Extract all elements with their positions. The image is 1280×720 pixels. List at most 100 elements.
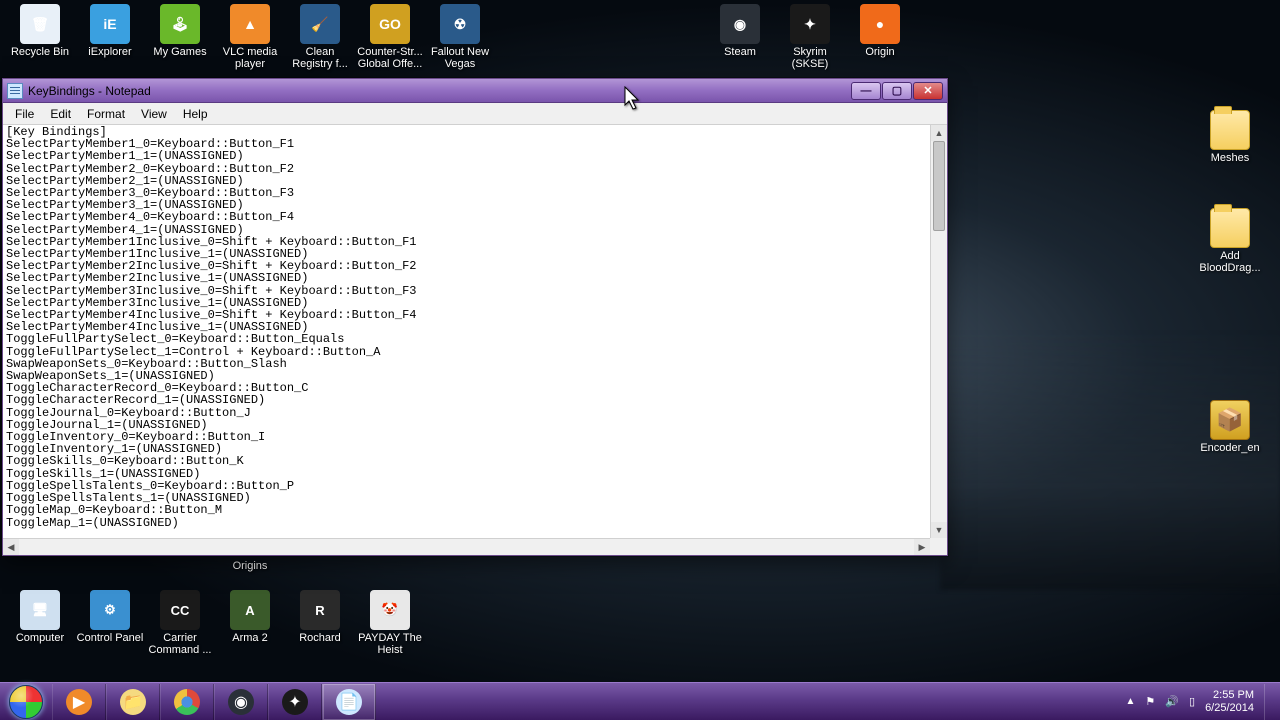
rochard-icon: R <box>300 590 340 630</box>
desktop-icon-steam[interactable]: ◉ Steam <box>704 4 776 58</box>
carrier-command-icon: CC <box>160 590 200 630</box>
desktop-icon-control-panel[interactable]: ⚙Control Panel <box>74 590 146 644</box>
desktop-icon-label: Steam <box>704 46 776 58</box>
iexplorer-icon: iE <box>90 4 130 44</box>
vertical-scrollbar[interactable]: ▲ ▼ <box>930 125 947 538</box>
menubar: File Edit Format View Help <box>3 103 947 125</box>
menu-help[interactable]: Help <box>175 105 216 123</box>
system-tray[interactable]: ▲ ⚑ 🔊 ▯ 2:55 PM 6/25/2014 <box>1118 683 1280 720</box>
desktop-icon-label: Counter-Str... Global Offe... <box>354 46 426 70</box>
recycle-bin-icon: 🗑 <box>20 4 60 44</box>
desktop-icon-skyrim[interactable]: ✦Skyrim (SKSE) <box>774 4 846 70</box>
package-icon: 📦 <box>1210 400 1250 440</box>
action-center-icon[interactable]: ⚑ <box>1145 695 1155 708</box>
desktop-icon-label: Encoder_en <box>1194 442 1266 454</box>
desktop-icon-carrier-command[interactable]: CCCarrier Command ... <box>144 590 216 656</box>
control-panel-icon: ⚙ <box>90 590 130 630</box>
arma2-icon: A <box>230 590 270 630</box>
desktop-icon-arma2[interactable]: A Arma 2 <box>214 590 286 644</box>
desktop-icon-iexplorer[interactable]: iE iExplorer <box>74 4 146 58</box>
scroll-up-icon[interactable]: ▲ <box>931 125 947 141</box>
desktop-icon-label: Carrier Command ... <box>144 632 216 656</box>
desktop-icon-label: Origin <box>844 46 916 58</box>
scroll-left-icon[interactable]: ◀ <box>3 539 19 555</box>
desktop-icon-my-games[interactable]: 🕹 My Games <box>144 4 216 58</box>
desktop-icon-label: PAYDAY The Heist <box>354 632 426 656</box>
show-desktop-button[interactable] <box>1264 684 1272 720</box>
skyrim-icon: ✦ <box>790 4 830 44</box>
vlc-icon: ▲ <box>230 4 270 44</box>
desktop-icon-label: Add BloodDrag... <box>1194 250 1266 274</box>
menu-file[interactable]: File <box>7 105 42 123</box>
desktop-icon-label: My Games <box>144 46 216 58</box>
scroll-down-icon[interactable]: ▼ <box>931 522 947 538</box>
orphan-label: Origins <box>233 560 268 572</box>
my-games-icon: 🕹 <box>160 4 200 44</box>
notepad-icon <box>7 83 23 99</box>
desktop-icon-label: Clean Registry f... <box>284 46 356 70</box>
menu-edit[interactable]: Edit <box>42 105 79 123</box>
desktop-icon-label: Skyrim (SKSE) <box>774 46 846 70</box>
close-button[interactable]: ✕ <box>913 82 943 100</box>
start-button[interactable] <box>0 683 52 720</box>
scroll-corner <box>930 538 947 555</box>
taskbar-item-notepad-task[interactable]: 📄 <box>322 684 376 720</box>
window-title: KeyBindings - Notepad <box>28 84 850 98</box>
desktop-icon-label: Recycle Bin <box>4 46 76 58</box>
folder-icon <box>1210 110 1250 150</box>
scroll-thumb[interactable] <box>933 141 945 231</box>
taskbar-item-explorer[interactable]: 📁 <box>106 684 160 720</box>
desktop-icon-fallout-nv[interactable]: ☢Fallout New Vegas <box>424 4 496 70</box>
desktop-icon-label: Meshes <box>1194 152 1266 164</box>
desktop-icon-label: Arma 2 <box>214 632 286 644</box>
notepad-window[interactable]: KeyBindings - Notepad — ▢ ✕ File Edit Fo… <box>2 78 948 556</box>
text-area[interactable]: [Key Bindings] SelectPartyMember1_0=Keyb… <box>3 125 930 538</box>
desktop-icon-clean-registry[interactable]: 🧹Clean Registry f... <box>284 4 356 70</box>
desktop-icon-add-blooddragon-folder[interactable]: Add BloodDrag... <box>1194 208 1266 274</box>
desktop-icon-encoder-en[interactable]: 📦 Encoder_en <box>1194 400 1266 454</box>
horizontal-scrollbar[interactable]: ◀ ▶ <box>3 538 930 555</box>
taskbar: ▶ 📁 ◉ ✦ 📄 ▲ ⚑ 🔊 ▯ 2:55 PM 6/25/2014 <box>0 682 1280 720</box>
steam-icon: ◉ <box>720 4 760 44</box>
scroll-right-icon[interactable]: ▶ <box>914 539 930 555</box>
desktop-icon-payday-heist[interactable]: 🤡PAYDAY The Heist <box>354 590 426 656</box>
taskbar-item-media-player[interactable]: ▶ <box>52 684 106 720</box>
taskbar-item-skyrim-task[interactable]: ✦ <box>268 684 322 720</box>
desktop-icon-label: Fallout New Vegas <box>424 46 496 70</box>
clock-time: 2:55 PM <box>1205 689 1254 702</box>
desktop-icon-vlc[interactable]: ▲VLC media player <box>214 4 286 70</box>
explorer-icon: 📁 <box>120 689 146 715</box>
desktop-icon-csgo[interactable]: GOCounter-Str... Global Offe... <box>354 4 426 70</box>
taskbar-item-chrome[interactable] <box>160 684 214 720</box>
fallout-nv-icon: ☢ <box>440 4 480 44</box>
computer-icon: 🖥 <box>20 590 60 630</box>
taskbar-item-steam-task[interactable]: ◉ <box>214 684 268 720</box>
payday-heist-icon: 🤡 <box>370 590 410 630</box>
desktop-icon-meshes-folder[interactable]: Meshes <box>1194 110 1266 164</box>
skyrim-task-icon: ✦ <box>282 689 308 715</box>
minimize-button[interactable]: — <box>851 82 881 100</box>
desktop-icon-recycle-bin[interactable]: 🗑 Recycle Bin <box>4 4 76 58</box>
desktop-icon-computer[interactable]: 🖥Computer <box>4 590 76 644</box>
desktop-icon-label: iExplorer <box>74 46 146 58</box>
maximize-button[interactable]: ▢ <box>882 82 912 100</box>
menu-format[interactable]: Format <box>79 105 133 123</box>
clock-date: 6/25/2014 <box>1205 702 1254 715</box>
desktop-icon-rochard[interactable]: R Rochard <box>284 590 356 644</box>
desktop-icon-origin[interactable]: ●Origin <box>844 4 916 58</box>
menu-view[interactable]: View <box>133 105 175 123</box>
clean-registry-icon: 🧹 <box>300 4 340 44</box>
steam-task-icon: ◉ <box>228 689 254 715</box>
clock[interactable]: 2:55 PM 6/25/2014 <box>1205 689 1254 715</box>
start-orb-icon <box>9 685 43 719</box>
chrome-icon <box>174 689 200 715</box>
folder-icon <box>1210 208 1250 248</box>
titlebar[interactable]: KeyBindings - Notepad — ▢ ✕ <box>3 79 947 103</box>
network-icon[interactable]: ▯ <box>1189 695 1195 708</box>
media-player-icon: ▶ <box>66 689 92 715</box>
desktop-icon-label: Rochard <box>284 632 356 644</box>
desktop-icon-label: VLC media player <box>214 46 286 70</box>
csgo-icon: GO <box>370 4 410 44</box>
tray-expand-icon[interactable]: ▲ <box>1126 696 1136 707</box>
volume-icon[interactable]: 🔊 <box>1165 695 1179 708</box>
